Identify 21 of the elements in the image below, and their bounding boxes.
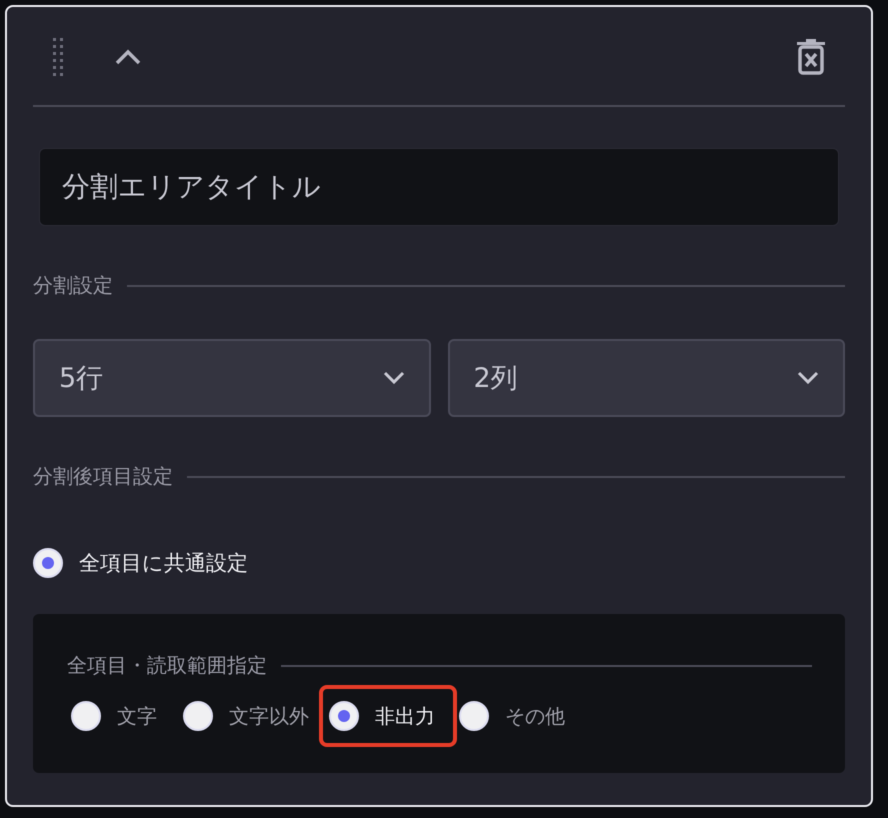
dropdown[interactable]: 2列	[448, 339, 845, 417]
radio-button[interactable]	[71, 701, 101, 731]
drag-handle-icon[interactable]	[53, 38, 65, 76]
radio-label[interactable]: 文字以外	[229, 702, 309, 730]
title-field[interactable]: 分割エリアタイトル	[39, 148, 839, 226]
delete-icon[interactable]	[797, 39, 825, 75]
section-label: 分割設定	[33, 272, 113, 299]
dropdown[interactable]: 5行	[33, 339, 430, 417]
radio-button[interactable]	[183, 701, 213, 731]
chevron-down-icon	[382, 371, 404, 385]
radio-label[interactable]: その他	[505, 702, 565, 730]
chevron-down-icon	[797, 371, 819, 385]
radio-label[interactable]: 文字	[117, 702, 157, 730]
section-label: 全項目・読取範囲指定	[67, 652, 267, 679]
radio-label[interactable]: 非出力	[375, 702, 435, 730]
radio-button[interactable]	[459, 701, 489, 731]
radio-label[interactable]: 全項目に共通設定	[79, 549, 248, 577]
section-label: 分割後項目設定	[33, 463, 173, 490]
radio-button[interactable]	[33, 548, 63, 578]
radio-button[interactable]	[329, 701, 359, 731]
chevron-up-icon[interactable]	[115, 49, 141, 65]
